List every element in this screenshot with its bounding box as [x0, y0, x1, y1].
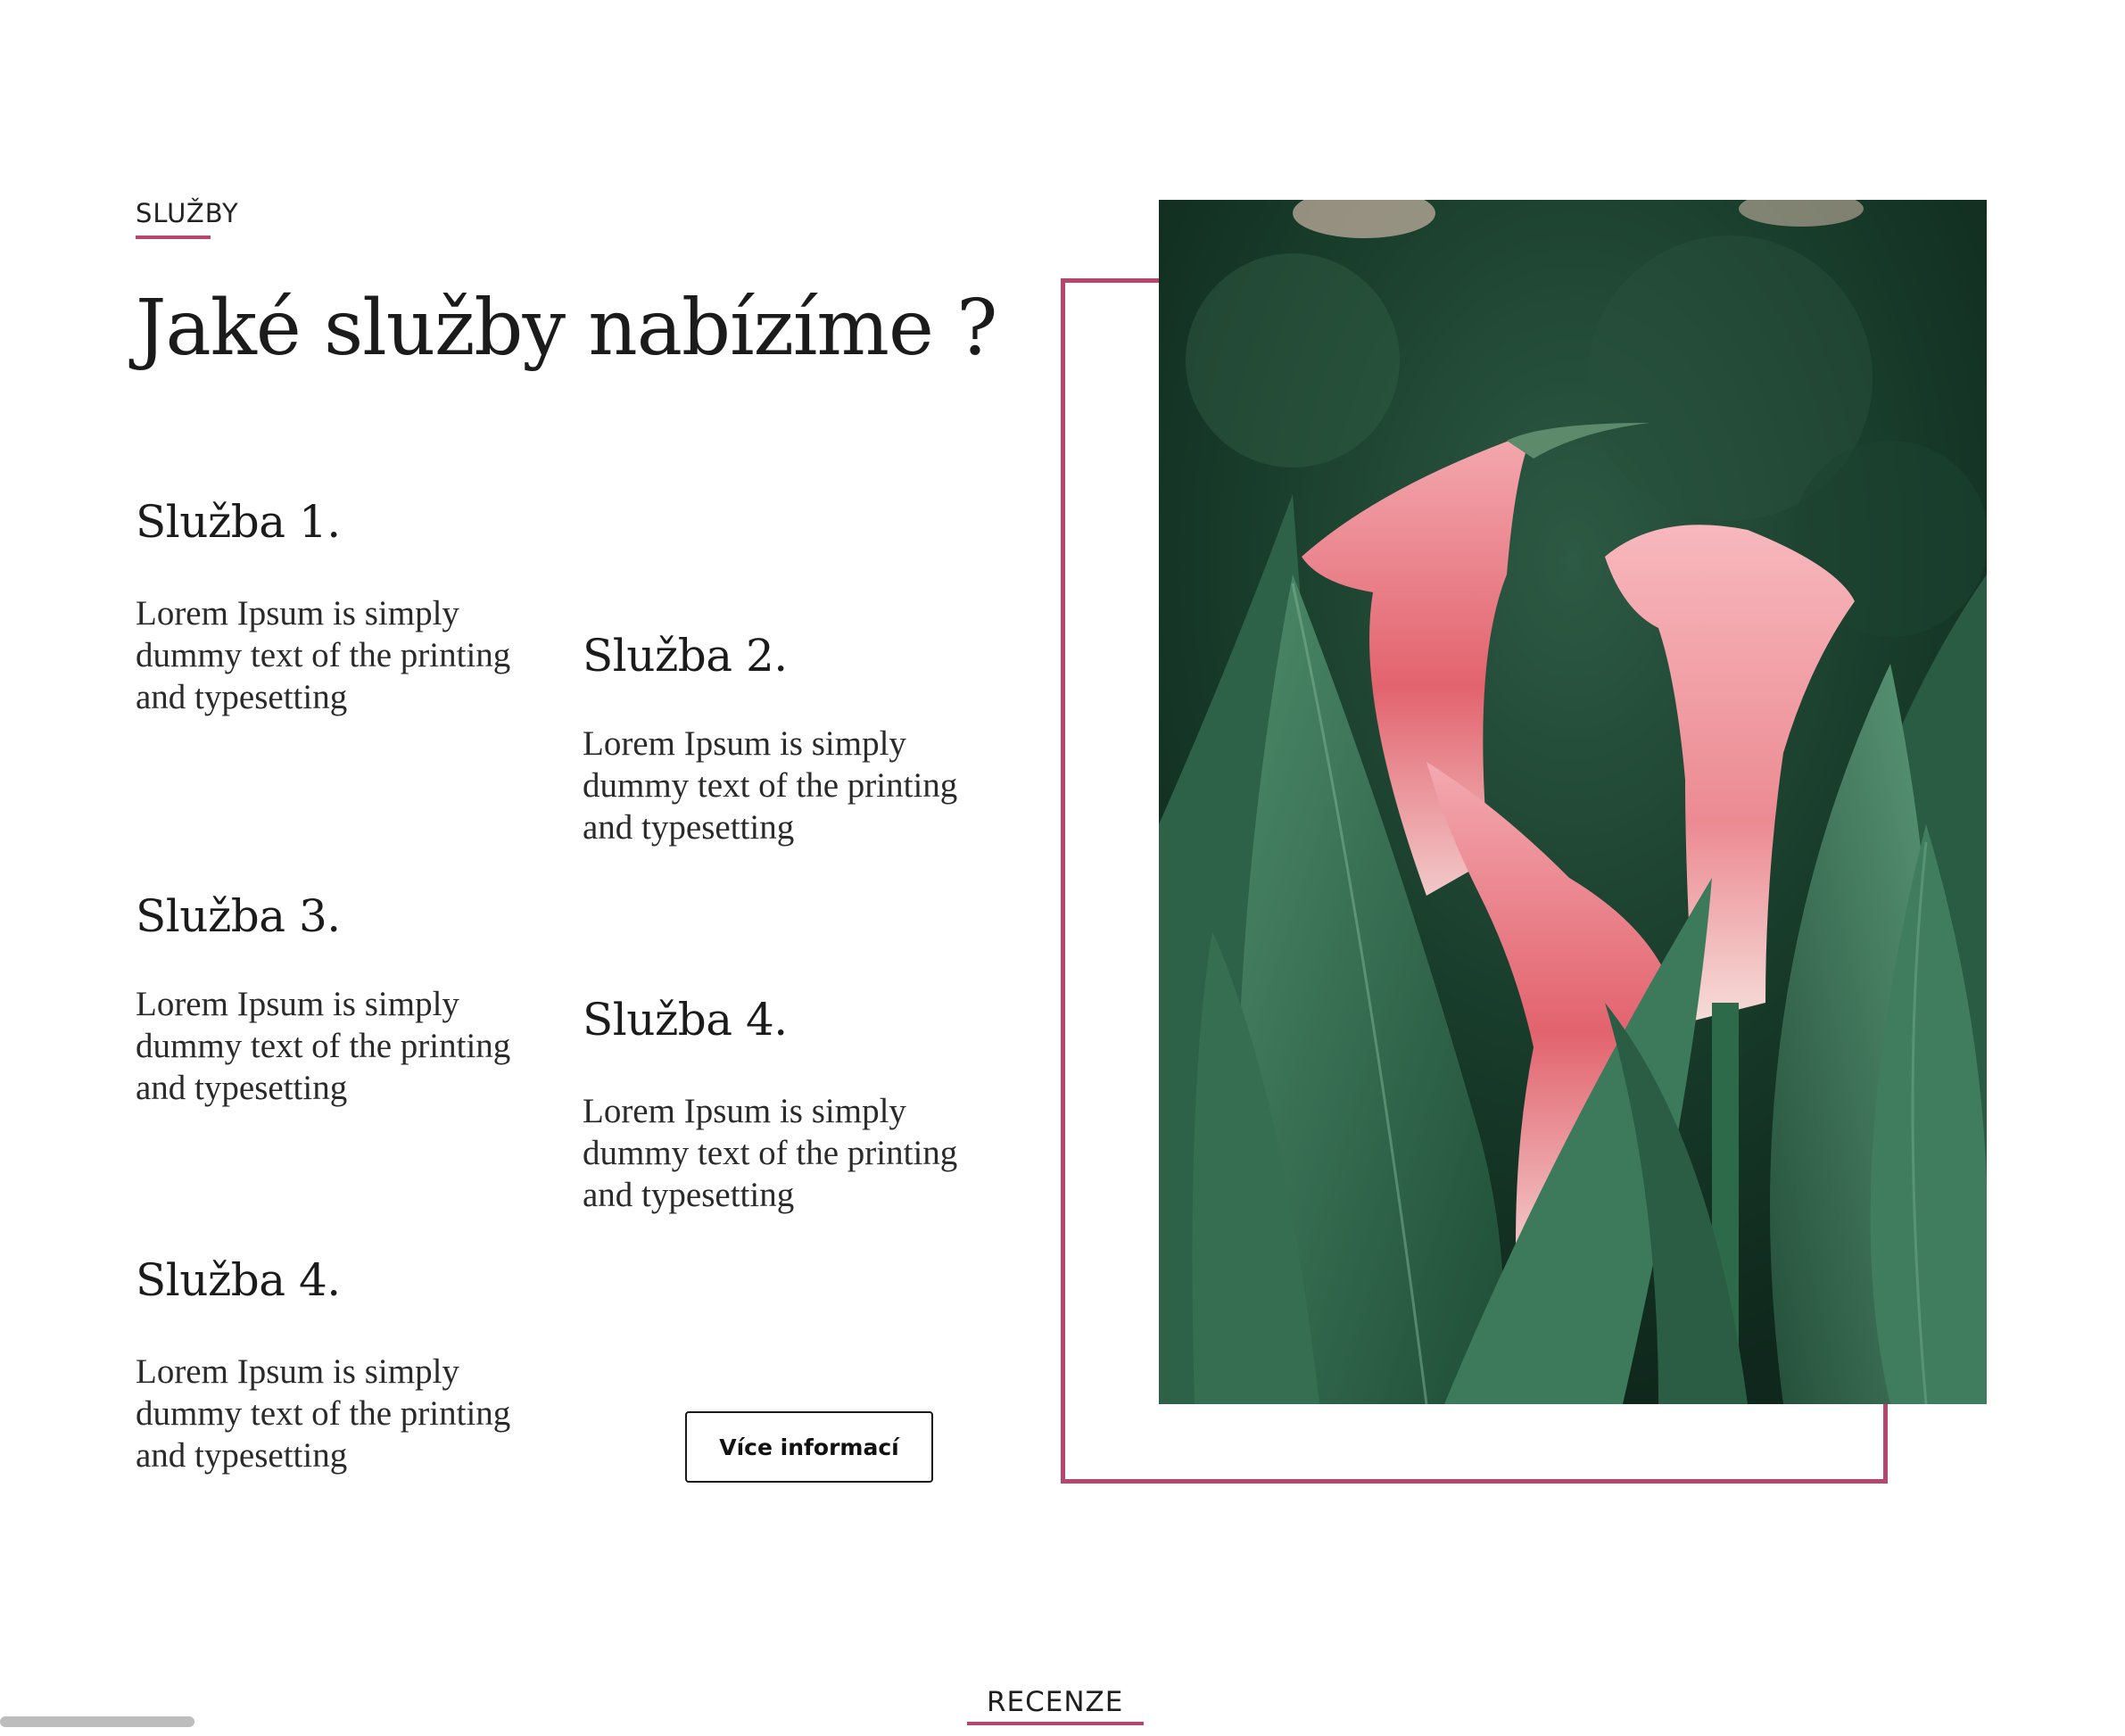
service-item: Služba 4. Lorem Ipsum is simply dummy te…: [583, 994, 975, 1216]
horizontal-scrollbar[interactable]: [0, 1716, 194, 1727]
service-title: Služba 1.: [136, 496, 341, 548]
service-item: Služba 2. Lorem Ipsum is simply dummy te…: [583, 630, 975, 848]
service-title: Služba 3.: [136, 890, 341, 942]
service-item: Služba 1. Lorem Ipsum is simply dummy te…: [136, 496, 528, 718]
calla-lily-photo: [1159, 200, 1987, 1404]
section-label-underline: [136, 236, 211, 239]
service-item: Služba 3. Lorem Ipsum is simply dummy te…: [136, 890, 528, 1109]
service-title: Služba 4.: [136, 1254, 341, 1306]
service-description: Lorem Ipsum is simply dummy text of the …: [136, 594, 511, 716]
page-title: Jaké služby nabízíme ?: [136, 284, 997, 373]
service-item: Služba 4. Lorem Ipsum is simply dummy te…: [136, 1254, 528, 1476]
section-label: SLUŽBY: [136, 198, 239, 228]
service-description: Lorem Ipsum is simply dummy text of the …: [583, 1092, 958, 1214]
service-description: Lorem Ipsum is simply dummy text of the …: [136, 1352, 511, 1475]
next-section-label-underline: [967, 1722, 1144, 1725]
service-title: Služba 4.: [583, 994, 788, 1046]
more-info-button[interactable]: Více informací: [685, 1411, 933, 1483]
service-title: Služba 2.: [583, 630, 788, 682]
next-section-label: RECENZE: [987, 1686, 1124, 1718]
service-description: Lorem Ipsum is simply dummy text of the …: [136, 985, 511, 1107]
service-description: Lorem Ipsum is simply dummy text of the …: [583, 724, 958, 847]
